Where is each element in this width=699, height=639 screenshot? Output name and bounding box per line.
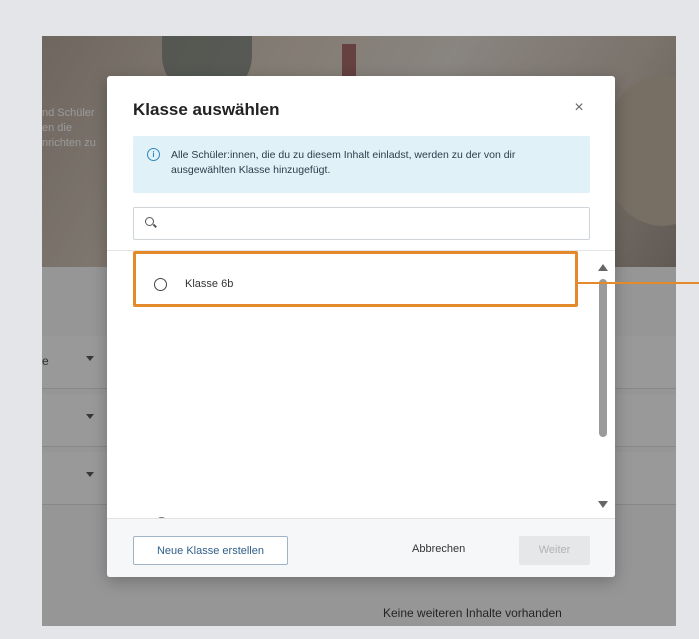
next-button[interactable]: Weiter xyxy=(519,536,590,565)
select-class-dialog: Klasse auswählen × i Alle Schüler:innen,… xyxy=(107,76,615,577)
close-icon[interactable]: × xyxy=(571,100,587,116)
info-text: Alle Schüler:innen, die du zu diesem Inh… xyxy=(171,149,516,176)
create-class-button[interactable]: Neue Klasse erstellen xyxy=(133,536,288,565)
list-scrollbar[interactable] xyxy=(596,264,610,522)
info-icon: i xyxy=(147,148,160,161)
annotation-highlight-box xyxy=(133,251,578,307)
scroll-up-icon[interactable] xyxy=(598,264,608,271)
scroll-down-icon[interactable] xyxy=(598,501,608,508)
dialog-footer: Neue Klasse erstellen Abbrechen Weiter xyxy=(107,518,615,577)
search-icon xyxy=(145,217,154,226)
annotation-callout-line xyxy=(578,282,699,284)
scrollbar-thumb[interactable] xyxy=(599,279,607,437)
search-input[interactable] xyxy=(164,212,578,236)
search-field[interactable] xyxy=(133,207,590,240)
info-banner: i Alle Schüler:innen, die du zu diesem I… xyxy=(133,136,590,193)
cancel-button[interactable]: Abbrechen xyxy=(412,543,465,555)
dialog-title: Klasse auswählen xyxy=(133,100,280,119)
